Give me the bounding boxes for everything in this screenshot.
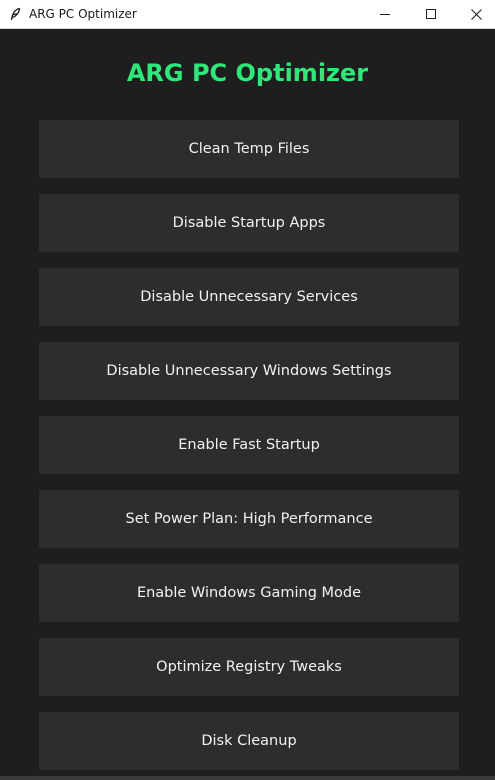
feather-icon (10, 7, 21, 21)
maximize-button[interactable] (408, 0, 454, 28)
minimize-icon (380, 14, 390, 15)
maximize-icon (426, 9, 436, 19)
window-title: ARG PC Optimizer (29, 7, 137, 21)
disable-unnecessary-services-button[interactable]: Disable Unnecessary Services (39, 268, 459, 326)
enable-gaming-mode-button[interactable]: Enable Windows Gaming Mode (39, 564, 459, 622)
clean-temp-files-button[interactable]: Clean Temp Files (39, 120, 459, 178)
page-title: ARG PC Optimizer (126, 59, 369, 87)
set-power-plan-button[interactable]: Set Power Plan: High Performance (39, 490, 459, 548)
minimize-button[interactable] (362, 0, 408, 28)
title-bar[interactable]: ARG PC Optimizer (0, 0, 495, 29)
app-window: ARG PC Optimizer ARG PC Optimizer Clean … (0, 0, 495, 780)
close-button[interactable] (453, 0, 495, 28)
disable-startup-apps-button[interactable]: Disable Startup Apps (39, 194, 459, 252)
enable-fast-startup-button[interactable]: Enable Fast Startup (39, 416, 459, 474)
disk-cleanup-button[interactable]: Disk Cleanup (39, 712, 459, 770)
close-icon (470, 8, 482, 20)
optimization-button-list: Clean Temp Files Disable Startup Apps Di… (39, 120, 459, 770)
window-bottom-edge (0, 776, 495, 780)
disable-windows-settings-button[interactable]: Disable Unnecessary Windows Settings (39, 342, 459, 400)
optimize-registry-button[interactable]: Optimize Registry Tweaks (39, 638, 459, 696)
